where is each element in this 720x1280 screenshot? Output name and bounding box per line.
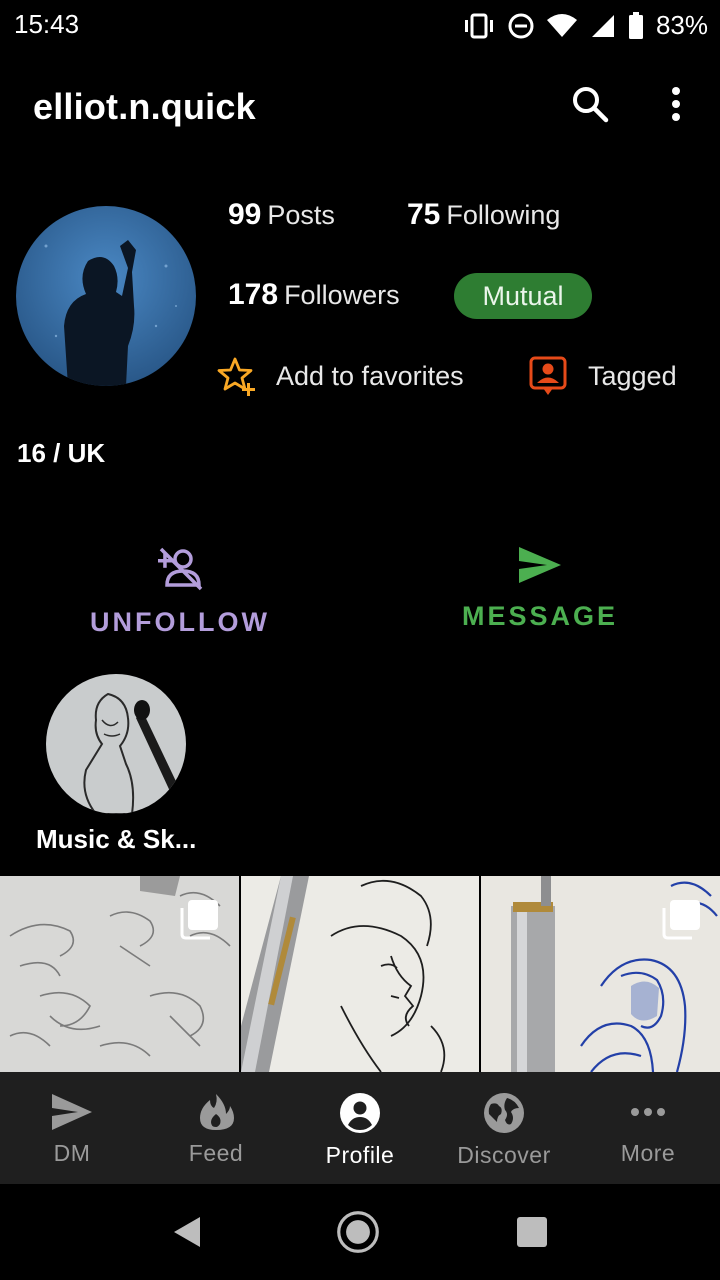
- favorites-label: Add to favorites: [276, 360, 464, 391]
- overflow-menu-button[interactable]: [654, 82, 698, 126]
- multiple-posts-icon: [662, 900, 701, 940]
- search-button[interactable]: [568, 82, 612, 126]
- message-button[interactable]: MESSAGE: [390, 545, 690, 645]
- nav-discover[interactable]: Discover: [432, 1072, 576, 1184]
- followers-count: 178: [228, 278, 279, 311]
- following-label: Following: [446, 200, 561, 230]
- tagged-person-icon: [529, 356, 567, 395]
- highlight-image: [46, 674, 186, 814]
- status-bar: 15:43 83%: [0, 0, 720, 50]
- nav-more-label: More: [620, 1140, 676, 1166]
- nav-more[interactable]: More: [576, 1072, 720, 1184]
- recents-square-icon: [517, 1217, 547, 1247]
- back-triangle-icon: [174, 1217, 200, 1247]
- highlight-label: Music & Sk...: [36, 824, 197, 854]
- system-navigation-bar: [0, 1184, 720, 1280]
- following-count: 75: [407, 198, 441, 231]
- dnd-icon: [508, 13, 534, 38]
- system-recents-button[interactable]: [510, 1210, 554, 1254]
- battery-icon: [628, 11, 643, 39]
- posts-label: Posts: [267, 200, 335, 230]
- search-icon: [573, 87, 609, 123]
- send-icon: [52, 1094, 92, 1130]
- nav-dm-label: DM: [53, 1140, 91, 1166]
- followers-label: Followers: [284, 280, 400, 310]
- vibrate-icon: [464, 13, 493, 38]
- nav-profile[interactable]: Profile: [288, 1072, 432, 1184]
- battery-percentage: 83%: [655, 10, 708, 40]
- send-icon: [519, 547, 561, 583]
- person-off-icon: [158, 547, 203, 591]
- nav-discover-label: Discover: [457, 1142, 551, 1168]
- app-header: elliot.n.quick: [0, 70, 720, 140]
- signal-icon: [591, 14, 614, 37]
- globe-icon: [484, 1093, 524, 1133]
- wifi-icon: [546, 13, 577, 37]
- system-home-button[interactable]: [336, 1210, 380, 1254]
- nav-feed[interactable]: Feed: [144, 1072, 288, 1184]
- home-circle-icon: [337, 1211, 379, 1253]
- account-circle-icon: [340, 1093, 380, 1133]
- add-to-favorites-button[interactable]: Add to favorites: [216, 355, 464, 397]
- star-add-icon: [217, 357, 255, 396]
- profile-username: elliot.n.quick: [33, 86, 256, 127]
- following-stat[interactable]: 75 Following: [407, 198, 560, 232]
- nav-dm[interactable]: DM: [0, 1072, 144, 1184]
- unfollow-button[interactable]: UNFOLLOW: [30, 545, 330, 645]
- bottom-navigation: DM Feed Profile Discover More: [0, 1072, 720, 1184]
- avatar-image: [16, 206, 196, 386]
- unfollow-label: UNFOLLOW: [90, 607, 270, 637]
- tagged-label: Tagged: [588, 360, 677, 391]
- followers-stat[interactable]: 178 Followers: [228, 278, 400, 312]
- posts-stat[interactable]: 99 Posts: [228, 198, 335, 232]
- system-back-button[interactable]: [164, 1210, 208, 1254]
- post-thumbnail[interactable]: [240, 876, 480, 1072]
- profile-bio: 16 / UK: [17, 438, 106, 468]
- story-highlight[interactable]: Music & Sk...: [36, 674, 206, 855]
- highlight-thumbnail: [46, 674, 186, 814]
- tagged-button[interactable]: Tagged: [528, 355, 677, 397]
- nav-feed-label: Feed: [188, 1140, 244, 1166]
- profile-avatar[interactable]: [16, 206, 196, 386]
- post-image: [240, 876, 480, 1072]
- status-icons: 83%: [462, 10, 708, 41]
- mutual-badge: Mutual: [454, 273, 592, 319]
- post-thumbnail[interactable]: [481, 876, 720, 1072]
- posts-count: 99: [228, 198, 262, 231]
- more-horiz-icon: [631, 1108, 665, 1116]
- status-time: 15:43: [14, 9, 80, 39]
- nav-profile-label: Profile: [325, 1142, 395, 1168]
- posts-grid: [0, 876, 720, 1072]
- message-label: MESSAGE: [461, 601, 619, 631]
- multiple-posts-icon: [180, 900, 218, 940]
- more-vert-icon: [672, 87, 680, 121]
- flame-icon: [200, 1094, 234, 1130]
